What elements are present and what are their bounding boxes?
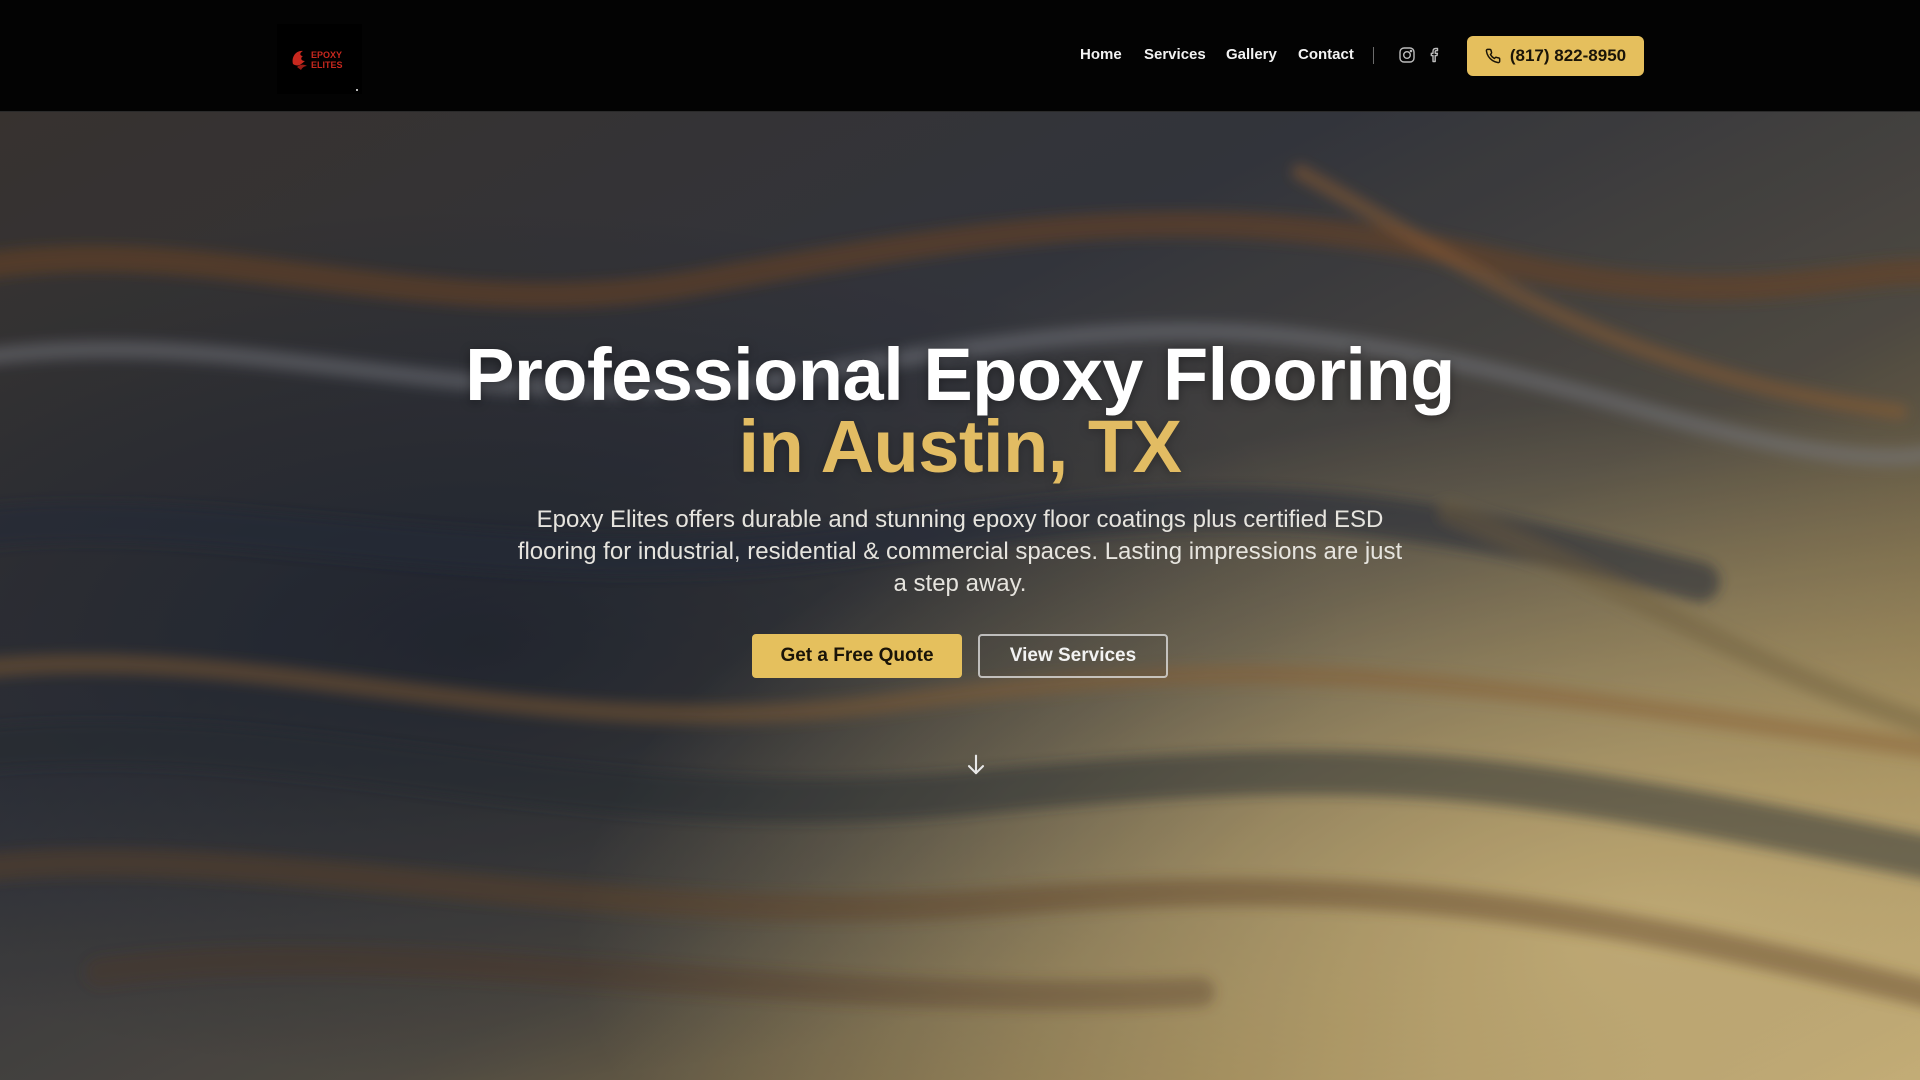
phone-icon: [1485, 48, 1501, 64]
nav-divider: [1373, 47, 1374, 64]
nav-contact[interactable]: Contact: [1298, 46, 1354, 63]
hero-headline-accent: in Austin, TX: [738, 405, 1182, 488]
phone-button[interactable]: (817) 822-8950: [1467, 36, 1644, 76]
site-header: EPOXY ELITES Home Services Gallery Conta…: [0, 0, 1920, 112]
hero-section: Professional Epoxy Flooring in Austin, T…: [0, 112, 1920, 1080]
get-free-quote-button[interactable]: Get a Free Quote: [752, 634, 962, 678]
nav-home[interactable]: Home: [1080, 46, 1122, 63]
svg-text:ELITES: ELITES: [311, 60, 343, 70]
instagram-icon[interactable]: [1398, 46, 1416, 64]
logo-mark-icon: EPOXY ELITES: [292, 50, 343, 70]
page: EPOXY ELITES Home Services Gallery Conta…: [0, 0, 1920, 1080]
svg-text:EPOXY: EPOXY: [311, 50, 342, 60]
view-services-button[interactable]: View Services: [978, 634, 1168, 678]
phone-label: (817) 822-8950: [1509, 46, 1627, 65]
arrow-down-icon[interactable]: [962, 751, 990, 779]
nav-services[interactable]: Services: [1144, 46, 1206, 63]
logo-dot: [356, 89, 358, 91]
nav-gallery[interactable]: Gallery: [1226, 46, 1277, 63]
facebook-icon[interactable]: [1426, 46, 1444, 64]
brand-logo[interactable]: EPOXY ELITES: [277, 24, 362, 94]
hero-description: Epoxy Elites offers durable and stunning…: [517, 506, 1403, 597]
